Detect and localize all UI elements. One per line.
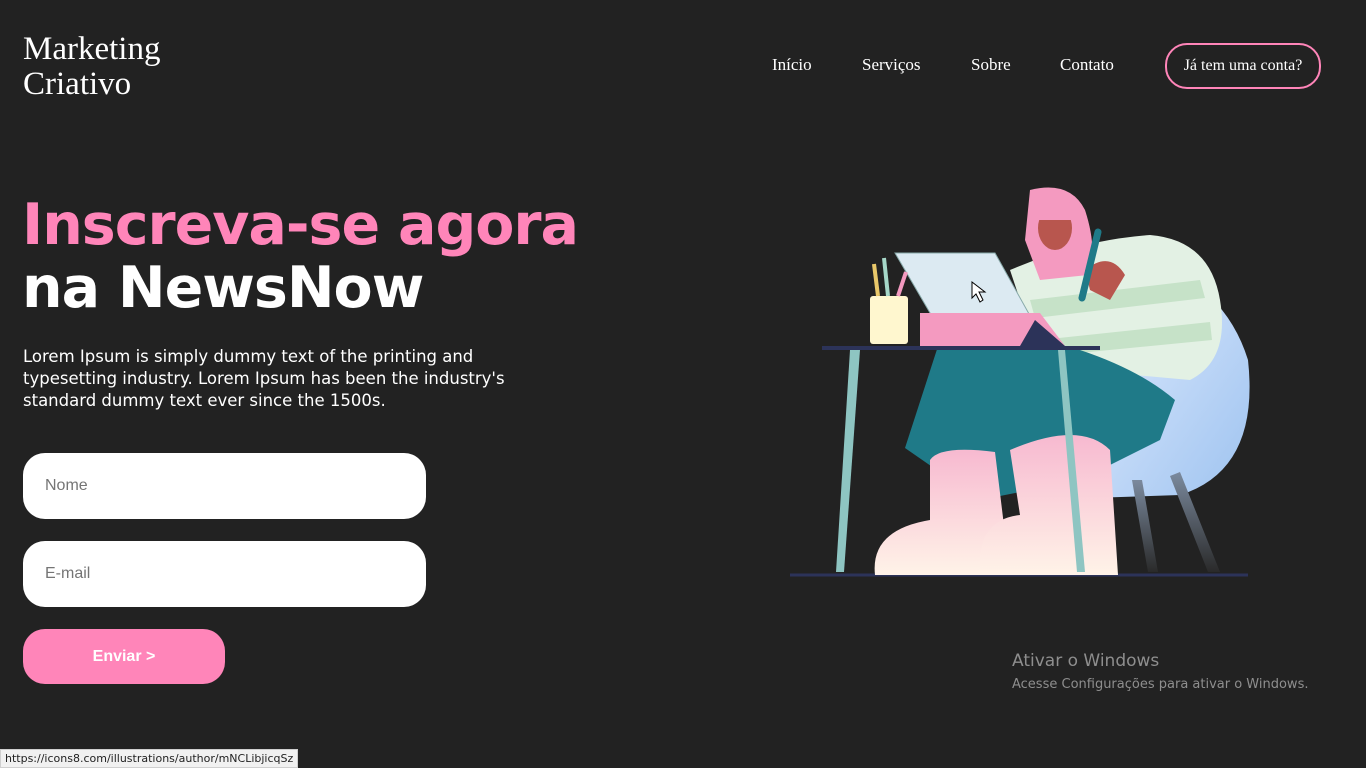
nav-link-sobre[interactable]: Sobre: [971, 55, 1011, 75]
login-button[interactable]: Já tem uma conta?: [1165, 43, 1321, 89]
hero-description: Lorem Ipsum is simply dummy text of the …: [23, 347, 505, 410]
windows-activation-title: Ativar o Windows: [1012, 651, 1160, 671]
name-input[interactable]: [23, 453, 426, 519]
nav-link-servicos[interactable]: Serviços: [862, 55, 921, 75]
woman-at-laptop-illustration: [790, 187, 1250, 577]
hero-title-line2: na NewsNow: [22, 255, 424, 321]
email-input[interactable]: [23, 541, 426, 607]
windows-activation-subtitle: Acesse Configurações para ativar o Windo…: [1012, 677, 1309, 692]
nav-link-inicio[interactable]: Início: [772, 55, 812, 75]
nav-link-contato[interactable]: Contato: [1060, 55, 1114, 75]
hero-title: Inscreva-se agora na NewsNow: [22, 192, 579, 321]
hero-title-line1: Inscreva-se agora: [22, 192, 579, 258]
status-bar-url: https://icons8.com/illustrations/author/…: [0, 749, 299, 768]
main-nav: Início Serviços Sobre Contato: [0, 43, 1366, 89]
submit-button[interactable]: Enviar >: [23, 629, 225, 684]
